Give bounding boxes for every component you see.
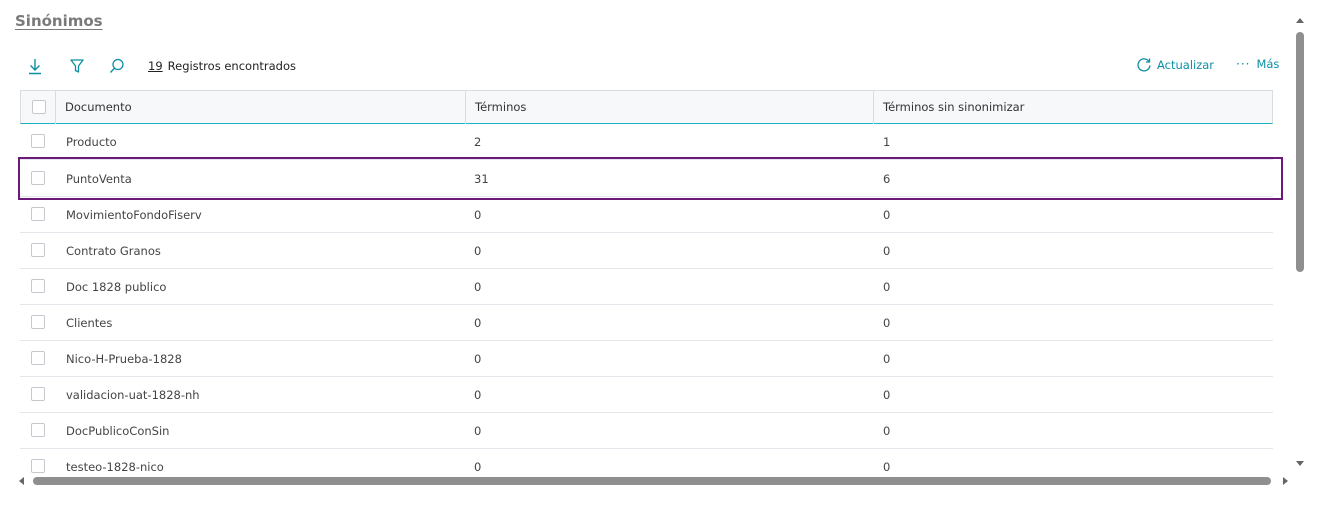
scroll-down-icon[interactable]: [1296, 461, 1304, 466]
column-header-documento[interactable]: Documento: [55, 91, 465, 124]
row-checkbox[interactable]: [31, 423, 45, 437]
row-checkbox[interactable]: [31, 459, 45, 473]
vertical-scrollbar[interactable]: [1293, 16, 1307, 468]
row-checkbox[interactable]: [31, 351, 45, 365]
refresh-label: Actualizar: [1157, 58, 1215, 72]
cell-terminos-sin-sinonimizar: 0: [883, 460, 891, 474]
cell-terminos-sin-sinonimizar: 0: [883, 208, 891, 222]
row-checkbox[interactable]: [31, 243, 45, 257]
cell-terminos-sin-sinonimizar: 0: [883, 316, 891, 330]
table-row[interactable]: Doc 1828 publico 0 0: [20, 269, 1273, 305]
cell-terminos: 0: [474, 316, 482, 330]
cell-terminos: 0: [474, 244, 482, 258]
refresh-button[interactable]: Actualizar: [1136, 57, 1214, 73]
table-row[interactable]: Producto 2 1: [20, 124, 1273, 160]
documents-grid: Documento Términos Términos sin sinonimi…: [20, 90, 1273, 475]
cell-terminos: 2: [474, 135, 482, 149]
vertical-scroll-thumb[interactable]: [1296, 32, 1304, 272]
cell-terminos-sin-sinonimizar: 0: [883, 424, 891, 438]
cell-documento: validacion-uat-1828-nh: [66, 388, 200, 402]
scroll-right-icon[interactable]: [1283, 477, 1288, 485]
column-header-terminos[interactable]: Términos: [465, 91, 873, 124]
row-checkbox[interactable]: [31, 134, 45, 148]
table-row[interactable]: Clientes 0 0: [20, 305, 1273, 341]
cell-terminos-sin-sinonimizar: 0: [883, 388, 891, 402]
cell-terminos: 0: [474, 352, 482, 366]
cell-documento: MovimientoFondoFiserv: [66, 208, 202, 222]
cell-terminos-sin-sinonimizar: 0: [883, 244, 891, 258]
table-row[interactable]: DocPublicoConSin 0 0: [20, 413, 1273, 449]
refresh-icon: [1137, 58, 1151, 72]
cell-documento: Clientes: [66, 316, 113, 330]
cell-terminos: 0: [474, 424, 482, 438]
grid-toolbar: 19 Registros encontrados Actualizar ··· M…: [0, 52, 1290, 80]
table-row[interactable]: testeo-1828-nico 0 0: [20, 449, 1273, 475]
cell-terminos-sin-sinonimizar: 1: [883, 135, 891, 149]
more-icon: ···: [1236, 57, 1251, 71]
cell-documento: PuntoVenta: [66, 172, 132, 186]
cell-documento: testeo-1828-nico: [66, 460, 164, 474]
cell-terminos-sin-sinonimizar: 6: [883, 172, 891, 186]
table-row[interactable]: PuntoVenta 31 6: [20, 161, 1273, 197]
grid-header: Documento Términos Términos sin sinonimi…: [20, 90, 1273, 124]
filter-icon[interactable]: [67, 56, 87, 76]
records-count-label: Registros encontrados: [167, 59, 296, 73]
table-row[interactable]: Nico-H-Prueba-1828 0 0: [20, 341, 1273, 377]
row-checkbox[interactable]: [31, 387, 45, 401]
search-icon[interactable]: [107, 56, 127, 76]
download-icon[interactable]: [25, 56, 45, 76]
column-header-terminos-sin-sinonimizar[interactable]: Términos sin sinonimizar: [873, 91, 1273, 124]
cell-terminos: 0: [474, 460, 482, 474]
cell-terminos: 0: [474, 388, 482, 402]
horizontal-scrollbar[interactable]: [16, 474, 1292, 488]
select-all-checkbox[interactable]: [32, 100, 46, 114]
cell-terminos-sin-sinonimizar: 0: [883, 280, 891, 294]
table-row[interactable]: Contrato Granos 0 0: [20, 233, 1273, 269]
cell-documento: Doc 1828 publico: [66, 280, 167, 294]
cell-terminos: 0: [474, 208, 482, 222]
cell-terminos-sin-sinonimizar: 0: [883, 352, 891, 366]
row-checkbox[interactable]: [31, 171, 45, 185]
row-checkbox[interactable]: [31, 315, 45, 329]
row-checkbox[interactable]: [31, 207, 45, 221]
more-button[interactable]: ··· Más: [1236, 57, 1279, 71]
scroll-up-icon[interactable]: [1296, 18, 1304, 23]
page-title: Sinónimos: [15, 12, 103, 30]
more-label: Más: [1256, 57, 1280, 71]
horizontal-scroll-thumb[interactable]: [33, 477, 1271, 485]
row-checkbox[interactable]: [31, 279, 45, 293]
cell-documento: Nico-H-Prueba-1828: [66, 352, 182, 366]
cell-terminos: 31: [474, 172, 489, 186]
cell-documento: Contrato Granos: [66, 244, 161, 258]
table-row[interactable]: validacion-uat-1828-nh 0 0: [20, 377, 1273, 413]
scroll-left-icon[interactable]: [19, 477, 24, 485]
table-row[interactable]: MovimientoFondoFiserv 0 0: [20, 197, 1273, 233]
records-count-number: 19: [148, 59, 163, 73]
cell-documento: DocPublicoConSin: [66, 424, 170, 438]
cell-terminos: 0: [474, 280, 482, 294]
cell-documento: Producto: [66, 135, 117, 149]
records-count: 19 Registros encontrados: [148, 59, 296, 73]
